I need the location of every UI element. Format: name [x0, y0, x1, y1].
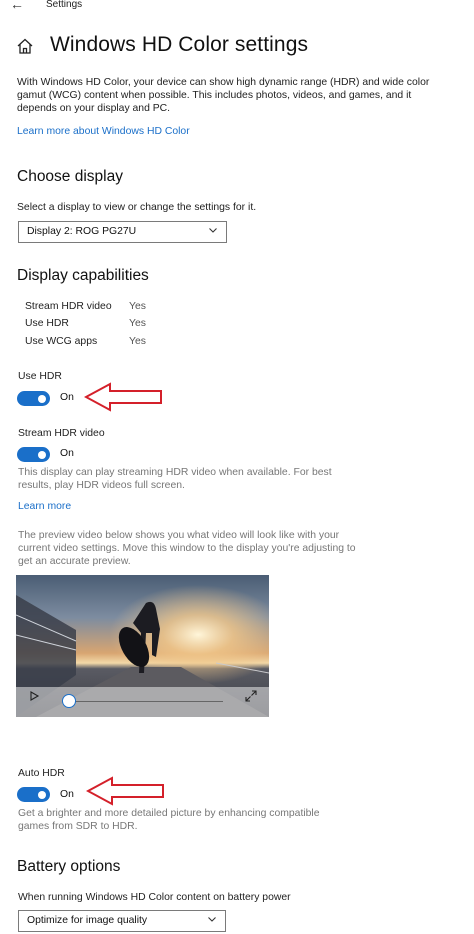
- video-controls-bar: [16, 687, 269, 717]
- capability-value: Yes: [129, 336, 146, 347]
- chevron-down-icon: [208, 225, 218, 237]
- use-hdr-toggle[interactable]: [17, 391, 50, 406]
- display-capabilities-heading: Display capabilities: [17, 267, 149, 284]
- app-title: Settings: [46, 0, 83, 10]
- choose-display-description: Select a display to view or change the s…: [17, 202, 257, 213]
- stream-hdr-label: Stream HDR video: [18, 428, 105, 439]
- stream-hdr-description: This display can play streaming HDR vide…: [18, 467, 332, 491]
- capability-value: Yes: [129, 301, 146, 312]
- battery-options-description: When running Windows HD Color content on…: [18, 892, 291, 903]
- home-icon: [17, 38, 33, 54]
- fullscreen-icon[interactable]: [244, 689, 258, 703]
- intro-text: With Windows HD Color, your device can s…: [17, 77, 430, 114]
- auto-hdr-label: Auto HDR: [18, 768, 65, 779]
- display-select-value: Display 2: ROG PG27U: [27, 226, 137, 237]
- red-arrow-annotation: [86, 776, 164, 806]
- display-select[interactable]: Display 2: ROG PG27U: [18, 221, 227, 243]
- auto-hdr-state: On: [60, 789, 74, 800]
- choose-display-heading: Choose display: [17, 168, 123, 185]
- battery-quality-select[interactable]: Optimize for image quality: [18, 910, 226, 932]
- capability-name: Use HDR: [25, 318, 69, 329]
- preview-video[interactable]: [16, 575, 269, 717]
- use-hdr-state: On: [60, 392, 74, 403]
- learn-more-hd-color-link[interactable]: Learn more about Windows HD Color: [17, 126, 190, 137]
- capability-name: Use WCG apps: [25, 336, 98, 347]
- red-arrow-annotation: [84, 382, 162, 412]
- auto-hdr-description: Get a brighter and more detailed picture…: [18, 808, 320, 832]
- back-arrow-icon[interactable]: ←: [10, 0, 24, 12]
- capability-name: Stream HDR video: [25, 301, 112, 312]
- auto-hdr-toggle[interactable]: [17, 787, 50, 802]
- page-title: Windows HD Color settings: [50, 33, 309, 56]
- stream-hdr-toggle[interactable]: [17, 447, 50, 462]
- preview-description: The preview video below shows you what v…: [18, 530, 356, 567]
- use-hdr-label: Use HDR: [18, 371, 62, 382]
- learn-more-link[interactable]: Learn more: [18, 501, 71, 512]
- capability-value: Yes: [129, 318, 146, 329]
- play-icon[interactable]: [28, 690, 40, 702]
- stream-hdr-state: On: [60, 448, 74, 459]
- battery-quality-select-value: Optimize for image quality: [27, 915, 148, 926]
- chevron-down-icon: [207, 914, 217, 926]
- battery-options-heading: Battery options: [17, 858, 121, 875]
- video-seek-track[interactable]: [70, 701, 223, 702]
- video-seek-thumb[interactable]: [62, 694, 76, 708]
